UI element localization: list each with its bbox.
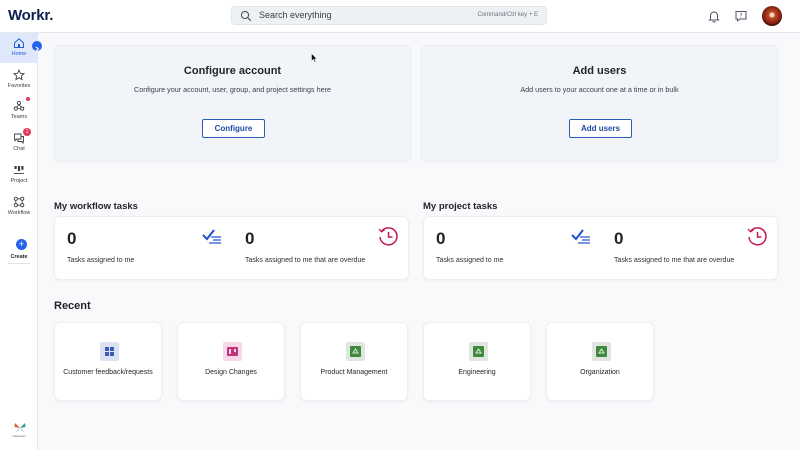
metric-label: Tasks assigned to me that are overdue xyxy=(614,257,735,264)
configure-button[interactable]: Configure xyxy=(202,119,265,138)
chevron-right-icon xyxy=(35,46,40,52)
workflow-assigned-metric[interactable]: 0 Tasks assigned to me xyxy=(67,229,227,273)
sidebar-item-label: Project xyxy=(10,178,28,184)
project-assigned-metric[interactable]: 0 Tasks assigned to me xyxy=(436,229,596,273)
metric-value: 0 xyxy=(614,229,624,248)
help-chat-icon[interactable]: ? xyxy=(734,9,748,23)
configure-account-card: Configure account Configure your account… xyxy=(54,45,411,161)
search-icon xyxy=(240,10,252,22)
add-users-card: Add users Add users to your account one … xyxy=(421,45,778,161)
create-plus-icon[interactable]: + xyxy=(16,239,27,250)
task-checklist-icon xyxy=(202,229,221,244)
teams-icon xyxy=(13,100,25,111)
project-overdue-metric[interactable]: 0 Tasks assigned to me that are overdue xyxy=(614,227,774,273)
recent-item-label: Customer feedback/requests xyxy=(63,369,153,376)
teams-notification-dot xyxy=(26,97,30,101)
recycle-app-icon xyxy=(346,342,365,361)
sidebar-item-project[interactable]: Project xyxy=(0,160,38,190)
sidebar-item-label: Favorites xyxy=(7,83,31,89)
create-button-label[interactable]: Create xyxy=(0,254,38,260)
sidebar-item-label: Chat xyxy=(13,146,25,152)
metric-label: Tasks assigned to me xyxy=(67,257,135,264)
recent-item-label: Product Management xyxy=(320,369,388,376)
sidebar-item-chat[interactable]: Chat xyxy=(0,128,38,158)
card-title: Add users xyxy=(572,65,627,77)
search-placeholder: Search everything xyxy=(259,10,332,20)
sidebar-item-teams[interactable]: Teams xyxy=(0,96,38,126)
recent-item-product-management[interactable]: Product Management xyxy=(300,322,408,401)
grid-app-icon xyxy=(100,342,119,361)
home-icon xyxy=(14,38,24,48)
mouse-cursor-icon xyxy=(311,53,318,63)
project-icon xyxy=(14,166,24,174)
metric-value: 0 xyxy=(245,229,255,248)
recent-item-label: Engineering xyxy=(458,369,496,376)
recent-item-label: Organization xyxy=(580,369,620,376)
sidebar-item-label: Workflow xyxy=(7,210,31,216)
recent-item-label: Design Changes xyxy=(205,369,257,376)
recent-item-organization[interactable]: Organization xyxy=(546,322,654,401)
project-tasks-card: 0 Tasks assigned to me 0 Tasks assigned … xyxy=(423,216,778,280)
sidebar-item-favorites[interactable]: Favorites xyxy=(0,65,38,95)
workflow-tasks-title: My workflow tasks xyxy=(54,201,138,212)
workflow-icon xyxy=(13,196,25,208)
svg-text:?: ? xyxy=(739,13,742,20)
recycle-app-icon xyxy=(469,342,488,361)
overdue-clock-icon xyxy=(747,227,767,246)
project-tasks-title: My project tasks xyxy=(423,201,498,212)
recent-item-design-changes[interactable]: Design Changes xyxy=(177,322,285,401)
metric-label: Tasks assigned to me that are overdue xyxy=(245,257,366,264)
task-checklist-icon xyxy=(571,229,590,244)
workflow-overdue-metric[interactable]: 0 Tasks assigned to me that are overdue xyxy=(245,227,405,273)
search-input[interactable]: Search everything Command/Ctrl key + E xyxy=(231,6,547,25)
sidebar-divider xyxy=(8,263,30,264)
kanban-app-icon xyxy=(223,342,242,361)
sidebar-item-label: Teams xyxy=(10,114,28,120)
sidebar: Home Favorites Teams Chat Project Workfl… xyxy=(0,33,38,450)
recent-item-engineering[interactable]: Engineering xyxy=(423,322,531,401)
workflow-tasks-card: 0 Tasks assigned to me 0 Tasks assigned … xyxy=(54,216,409,280)
metric-value: 0 xyxy=(436,229,446,248)
brand-caption: CapLearn xyxy=(12,434,26,438)
sidebar-item-workflow[interactable]: Workflow xyxy=(0,192,38,222)
recent-section-title: Recent xyxy=(54,300,91,312)
metric-label: Tasks assigned to me xyxy=(436,257,504,264)
search-shortcut-hint: Command/Ctrl key + E xyxy=(477,12,538,18)
card-description: Configure your account, user, group, and… xyxy=(134,85,331,94)
top-bar: Workr. Search everything Command/Ctrl ke… xyxy=(0,0,800,33)
chat-unread-badge: 1 xyxy=(23,128,31,136)
sidebar-expand-button[interactable] xyxy=(32,41,42,52)
bell-icon[interactable] xyxy=(707,9,721,23)
card-description: Add users to your account one at a time … xyxy=(520,85,679,94)
star-icon xyxy=(13,69,25,81)
add-users-button[interactable]: Add users xyxy=(569,119,632,138)
recent-item-customer-feedback[interactable]: Customer feedback/requests xyxy=(54,322,162,401)
overdue-clock-icon xyxy=(378,227,398,246)
recycle-app-icon xyxy=(592,342,611,361)
brand-butterfly-icon xyxy=(14,423,26,433)
app-logo[interactable]: Workr. xyxy=(8,7,53,24)
metric-value: 0 xyxy=(67,229,77,248)
user-avatar[interactable] xyxy=(762,6,782,26)
card-title: Configure account xyxy=(183,65,282,77)
